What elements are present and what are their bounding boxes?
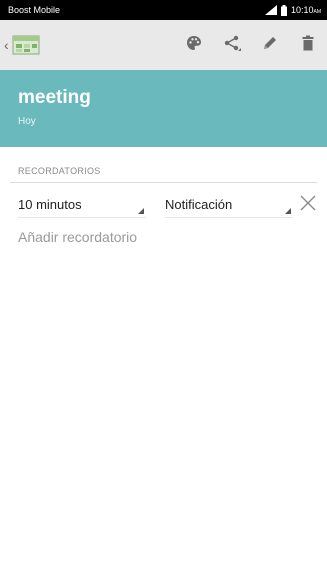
action-bar: ‹	[0, 20, 327, 70]
event-title: meeting	[18, 87, 91, 108]
reminder-time-value: 10 minutos	[18, 197, 82, 212]
carrier-label: Boost Mobile	[8, 5, 61, 15]
close-icon	[298, 195, 318, 217]
clock-ampm: AM	[313, 9, 322, 15]
reminder-row: 10 minutos Notificación	[0, 190, 327, 218]
event-date: Hoy	[18, 116, 36, 127]
back-button[interactable]: ‹	[0, 20, 40, 70]
clock: 10:10AM	[291, 5, 321, 15]
reminder-type-dropdown[interactable]: Notificación	[165, 190, 293, 218]
dropdown-underline	[18, 217, 146, 218]
clock-time: 10:10	[290, 5, 314, 15]
app-icon	[12, 35, 40, 55]
status-icons: 10:10AM	[264, 4, 321, 16]
palette-icon	[186, 35, 202, 56]
back-chevron-icon: ‹	[4, 37, 9, 53]
color-button[interactable]	[175, 20, 213, 70]
toolbar-actions	[175, 20, 327, 70]
delete-button[interactable]	[289, 20, 327, 70]
reminder-type-value: Notificación	[165, 197, 233, 212]
dropdown-triangle-icon	[138, 208, 144, 214]
event-header: meeting Hoy	[0, 70, 327, 147]
dropdown-triangle-icon	[285, 208, 291, 214]
reminders-section-label: RECORDATORIOS	[18, 166, 101, 176]
dropdown-underline	[165, 217, 293, 218]
add-reminder-button[interactable]: Añadir recordatorio	[18, 229, 137, 245]
pencil-icon	[262, 35, 278, 56]
share-icon	[223, 34, 241, 57]
reminder-time-dropdown[interactable]: 10 minutos	[18, 190, 146, 218]
remove-reminder-button[interactable]	[298, 193, 318, 213]
status-bar: Boost Mobile 10:10AM	[0, 0, 327, 20]
signal-icon	[264, 5, 277, 15]
battery-icon	[280, 4, 287, 16]
section-divider	[10, 182, 317, 183]
share-button[interactable]	[213, 20, 251, 70]
trash-icon	[301, 35, 315, 56]
edit-button[interactable]	[251, 20, 289, 70]
